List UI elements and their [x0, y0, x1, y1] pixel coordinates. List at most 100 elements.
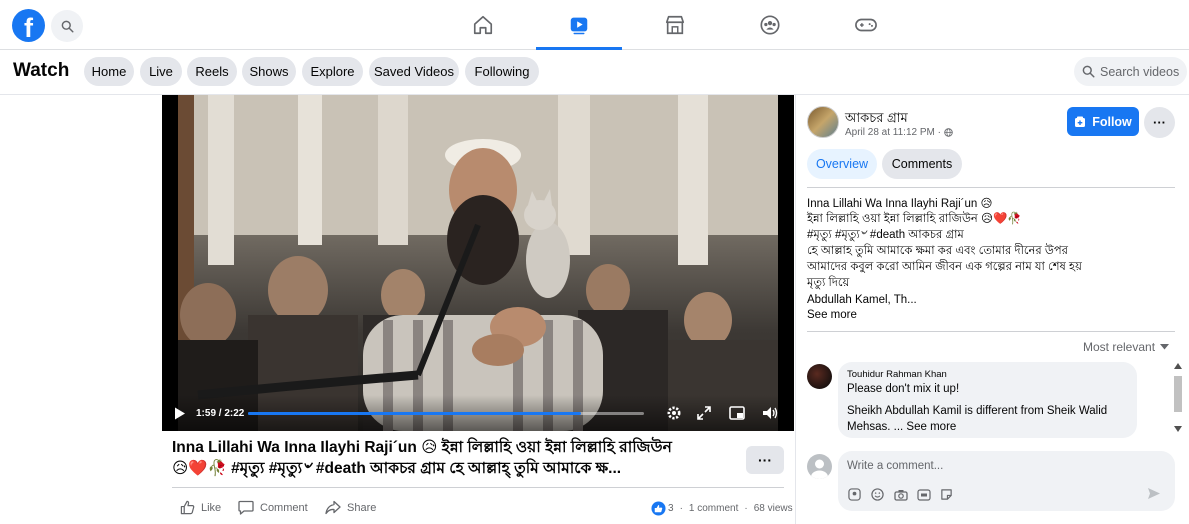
search-videos-input[interactable]: Search videos — [1074, 57, 1187, 86]
search-videos-placeholder: Search videos — [1100, 64, 1180, 79]
watch-tab-home[interactable]: Home — [84, 57, 134, 86]
like-label: Like — [201, 501, 222, 514]
post-title-line-2: 😥❤️🥀 #মৃত্যু #মৃত্যু৺ #death আকচর গ্রাম … — [172, 460, 622, 477]
facebook-logo[interactable]: f — [12, 9, 45, 42]
video-progress-bar[interactable] — [248, 412, 644, 415]
share-icon — [325, 500, 341, 515]
watch-tab-live[interactable]: Live — [140, 57, 182, 86]
comment-text-line: Sheikh Abdullah Kamil is different from … — [847, 405, 1108, 417]
post-date-text: April 28 at 11:12 PM · — [845, 127, 941, 138]
video-player[interactable]: 1:59 / 2:22 — [162, 95, 794, 431]
nav-watch[interactable] — [536, 0, 622, 50]
watch-tab-following[interactable]: Following — [465, 57, 539, 86]
like-button[interactable]: Like — [180, 500, 221, 515]
emoji-icon[interactable] — [870, 487, 885, 502]
search-icon — [1082, 65, 1095, 78]
video-time: 1:59 / 2:22 — [196, 408, 245, 419]
follow-label: Follow — [1092, 114, 1132, 129]
groups-icon — [760, 15, 780, 35]
separator-dot: · — [744, 503, 748, 514]
description-line: আমাদের কবুল করো আমিন জীবন এক গল্পের নাম … — [807, 261, 1082, 273]
post-title-line-1: Inna Lillahi Wa Inna Ilayhi Raji´un 😥 ইন… — [172, 439, 672, 456]
watch-header: Watch Home Live Reels Shows Explore Save… — [0, 50, 1189, 95]
video-scene-illustration — [178, 95, 778, 431]
comment-text-line: Please don't mix it up! — [847, 383, 960, 395]
top-navigation-bar: f — [0, 0, 1189, 50]
search-button[interactable] — [51, 10, 83, 42]
watch-tab-saved-videos[interactable]: Saved Videos — [369, 57, 459, 86]
play-icon[interactable] — [174, 407, 186, 420]
comment-author[interactable]: Touhidur Rahman Khan — [847, 369, 947, 380]
sort-label: Most relevant — [1083, 340, 1156, 354]
scroll-up-icon[interactable] — [1174, 363, 1182, 369]
expand-icon[interactable] — [697, 406, 711, 420]
watch-icon — [570, 17, 588, 35]
follow-icon — [1075, 116, 1086, 127]
user-avatar — [807, 454, 832, 479]
avatar[interactable] — [807, 364, 832, 389]
settings-icon[interactable] — [666, 405, 682, 421]
comment-bubble: Touhidur Rahman Khan Please don't mix it… — [838, 362, 1137, 438]
page-title: Watch — [13, 60, 70, 81]
reaction-count[interactable]: 3 — [668, 503, 674, 514]
mini-player-icon[interactable] — [729, 406, 745, 420]
video-controls: 1:59 / 2:22 — [162, 395, 794, 431]
scroll-down-icon[interactable] — [1174, 426, 1182, 432]
see-more-link[interactable]: See more — [807, 309, 857, 321]
share-label: Share — [347, 501, 377, 514]
divider — [807, 187, 1175, 188]
post-date: April 28 at 11:12 PM · — [845, 127, 953, 138]
description-line: Abdullah Kamel, Th... — [807, 294, 917, 306]
comment-label: Comment — [260, 501, 308, 514]
description-line: মৃত্যু দিয়ে — [807, 277, 850, 289]
follow-button[interactable]: Follow — [1067, 107, 1139, 136]
watch-tab-shows[interactable]: Shows — [242, 57, 296, 86]
nav-gaming[interactable] — [823, 0, 909, 50]
send-icon — [1148, 488, 1160, 499]
page-more-button[interactable]: ··· — [1144, 107, 1175, 138]
gif-icon[interactable] — [916, 487, 931, 502]
post-more-button[interactable]: ··· — [746, 446, 784, 474]
write-comment-box[interactable]: Write a comment... — [838, 451, 1175, 511]
scrollbar-thumb[interactable] — [1174, 376, 1182, 412]
post-stats: 3 · 1 comment · 68 views — [651, 501, 793, 516]
home-icon — [473, 15, 493, 35]
sticker-icon[interactable] — [939, 487, 954, 502]
tab-comments[interactable]: Comments — [882, 149, 962, 179]
nav-groups[interactable] — [727, 0, 813, 50]
comments-scrollbar[interactable] — [1171, 360, 1185, 438]
description-line: #মৃত্যু #মৃত্যু৺ #death আকচর গ্রাম — [807, 229, 964, 241]
like-reaction-icon — [651, 501, 666, 516]
divider — [807, 331, 1175, 332]
caret-down-icon — [1160, 344, 1170, 350]
avatar-sticker-icon[interactable] — [847, 487, 862, 502]
nav-marketplace[interactable] — [632, 0, 718, 50]
comment-icon — [238, 500, 254, 515]
comment-button[interactable]: Comment — [238, 500, 308, 515]
volume-icon[interactable] — [762, 405, 778, 421]
panel-divider — [795, 95, 796, 524]
nav-home[interactable] — [440, 0, 526, 50]
search-icon — [61, 20, 74, 33]
description-line: হে আল্লাহ তুমি আমাকে ক্ষমা কর এবং তোমার … — [807, 245, 1068, 257]
comment-placeholder: Write a comment... — [847, 460, 944, 472]
tab-overview[interactable]: Overview — [807, 149, 877, 179]
marketplace-icon — [665, 15, 685, 35]
watch-tab-explore[interactable]: Explore — [302, 57, 363, 86]
gaming-icon — [855, 18, 877, 32]
divider — [172, 487, 784, 488]
description-line: ইন্না লিল্লাহি ওয়া ইন্না লিল্লাহি রাজিউ… — [807, 213, 1022, 225]
camera-icon[interactable] — [893, 487, 908, 502]
share-button[interactable]: Share — [325, 500, 376, 515]
video-progress-fill — [248, 412, 581, 415]
post-title[interactable]: Inna Lillahi Wa Inna Ilayhi Raji´un 😥 ইন… — [172, 437, 732, 479]
views-count: 68 views — [753, 503, 793, 514]
comments-count[interactable]: 1 comment — [689, 503, 738, 514]
sort-comments-dropdown[interactable]: Most relevant — [1083, 340, 1170, 354]
comment-text-line[interactable]: Mehsas. ... See more — [847, 421, 956, 433]
page-avatar[interactable] — [807, 106, 839, 138]
video-frame — [178, 95, 778, 431]
send-button[interactable] — [1147, 487, 1161, 505]
separator-dot: · — [679, 503, 683, 514]
watch-tab-reels[interactable]: Reels — [187, 57, 237, 86]
